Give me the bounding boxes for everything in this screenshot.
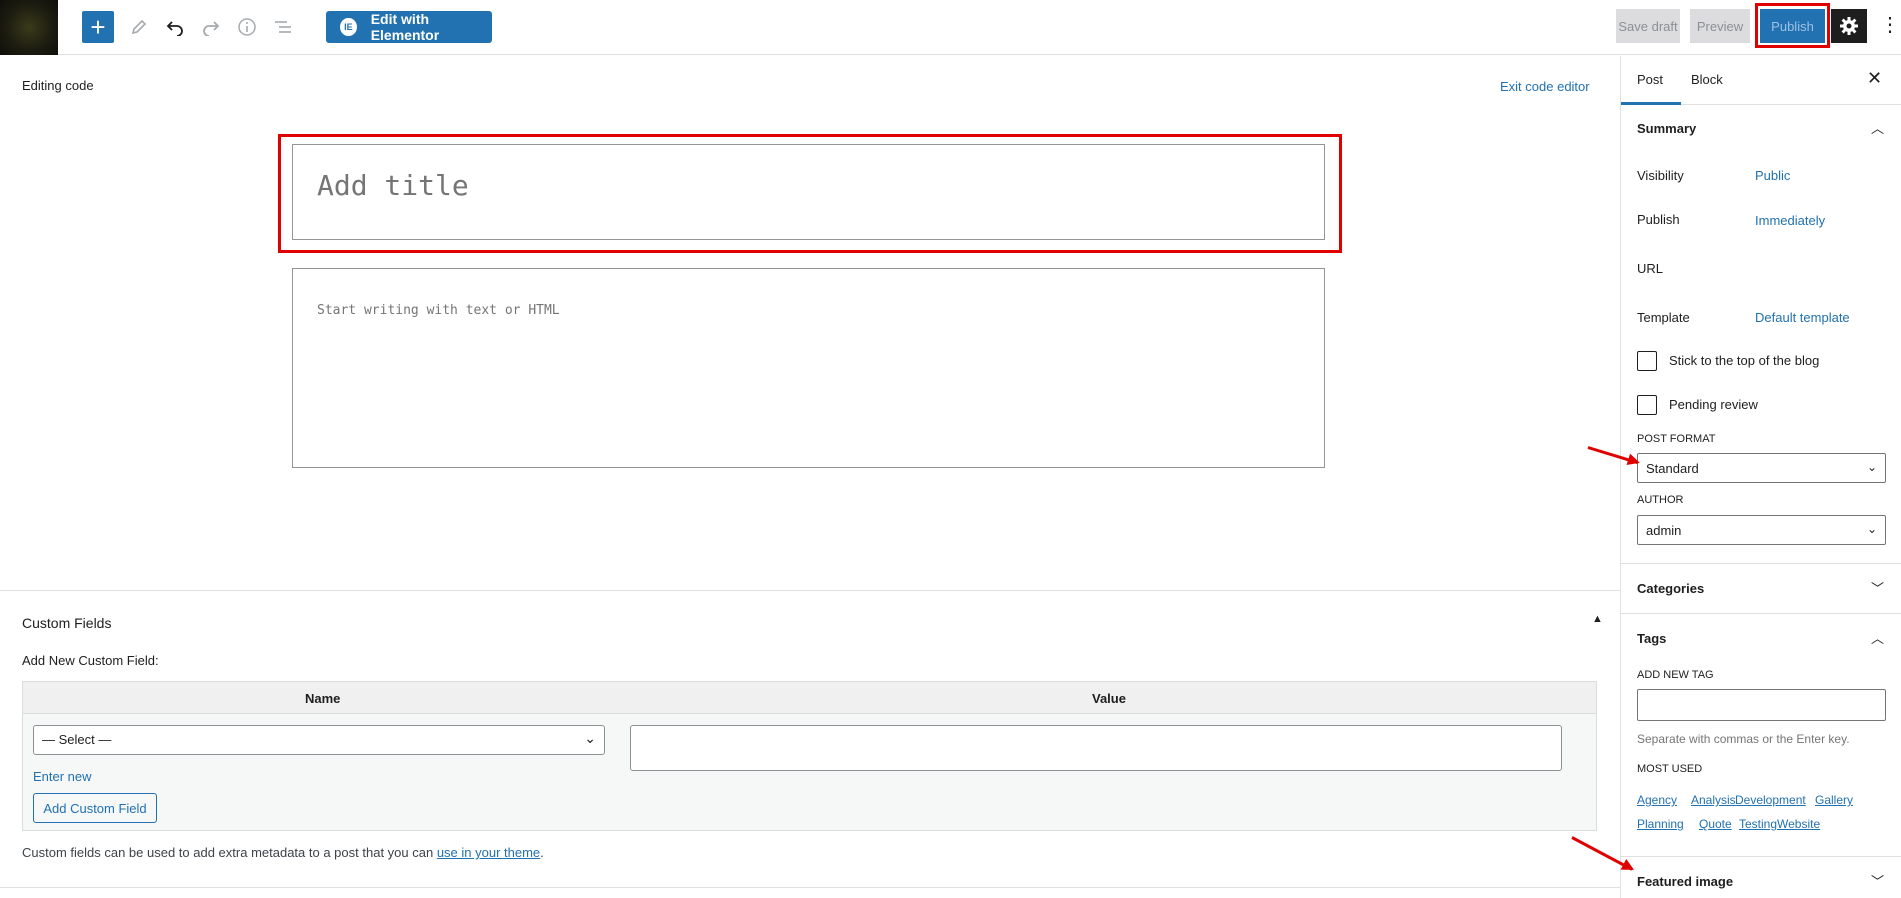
close-icon[interactable]: ✕ xyxy=(1867,68,1882,89)
settings-gear-icon[interactable] xyxy=(1831,9,1867,43)
chevron-down-icon: ⌄ xyxy=(1866,460,1877,474)
column-header-name: Name xyxy=(305,691,341,706)
template-value-button[interactable]: Default template xyxy=(1755,310,1850,325)
undo-icon[interactable] xyxy=(158,10,192,44)
tag-link-analysis[interactable]: Analysis xyxy=(1691,793,1736,807)
sticky-checkbox-label[interactable]: Stick to the top of the blog xyxy=(1669,353,1819,368)
divider xyxy=(1621,856,1901,857)
post-format-value: Standard xyxy=(1646,461,1699,476)
tab-post[interactable]: Post xyxy=(1637,72,1663,87)
add-new-tag-label: ADD NEW TAG xyxy=(1637,669,1714,681)
featured-image-panel-title[interactable]: Featured image xyxy=(1637,874,1733,889)
author-value: admin xyxy=(1646,523,1682,538)
custom-field-table-header: Name Value xyxy=(23,682,1596,714)
custom-fields-metabox: Custom Fields ▲ Add New Custom Field: Na… xyxy=(0,590,1620,898)
settings-sidebar: Post Block ✕ Summary ︿ Visibility Public… xyxy=(1620,56,1901,898)
author-select[interactable]: admin ⌄ xyxy=(1637,515,1886,545)
custom-fields-title: Custom Fields xyxy=(22,615,112,631)
chevron-down-icon[interactable]: ﹀ xyxy=(1871,578,1884,597)
add-new-tag-input[interactable] xyxy=(1637,689,1886,721)
sticky-checkbox[interactable] xyxy=(1637,351,1657,371)
divider xyxy=(0,887,1620,888)
tag-link-planning[interactable]: Planning xyxy=(1637,817,1684,831)
edit-with-elementor-button[interactable]: IE Edit with Elementor xyxy=(326,11,492,43)
visibility-value-button[interactable]: Public xyxy=(1755,168,1790,183)
chevron-down-icon: ⌄ xyxy=(584,730,596,746)
tools-pencil-icon[interactable] xyxy=(122,10,156,44)
chevron-up-icon[interactable]: ︿ xyxy=(1871,628,1884,647)
author-label: AUTHOR xyxy=(1637,494,1684,506)
add-block-button[interactable]: + xyxy=(82,11,114,43)
active-tab-indicator xyxy=(1621,102,1681,105)
chevron-down-icon[interactable]: ﹀ xyxy=(1871,871,1884,890)
tag-link-gallery[interactable]: Gallery xyxy=(1815,793,1853,807)
chevron-up-icon[interactable]: ︿ xyxy=(1871,118,1884,137)
code-editor-area: Editing code Exit code editor Add title … xyxy=(0,56,1620,590)
post-format-label: POST FORMAT xyxy=(1637,433,1716,445)
exit-code-editor-link[interactable]: Exit code editor xyxy=(1500,79,1590,94)
enter-new-link[interactable]: Enter new xyxy=(33,769,92,784)
add-custom-field-button[interactable]: Add Custom Field xyxy=(33,793,157,823)
list-view-icon[interactable] xyxy=(266,10,300,44)
tags-panel-title[interactable]: Tags xyxy=(1637,631,1666,646)
categories-panel-title[interactable]: Categories xyxy=(1637,581,1704,596)
tag-link-website[interactable]: Website xyxy=(1777,817,1820,831)
site-icon[interactable] xyxy=(0,0,58,55)
tag-link-quote[interactable]: Quote xyxy=(1699,817,1732,831)
editor-header: + IE Edit with Elementor Save draft Prev… xyxy=(0,0,1901,55)
tag-input-help: Separate with commas or the Enter key. xyxy=(1637,732,1850,746)
tab-block[interactable]: Block xyxy=(1691,72,1723,87)
url-label: URL xyxy=(1637,261,1664,276)
chevron-down-icon: ⌄ xyxy=(1866,522,1877,536)
visibility-label: Visibility xyxy=(1637,168,1684,183)
divider xyxy=(1621,613,1901,614)
custom-fields-description-end: . xyxy=(540,845,544,860)
custom-field-table: Name Value — Select — ⌄ Enter new Add Cu… xyxy=(22,681,1597,831)
publish-button[interactable]: Publish xyxy=(1760,9,1825,43)
elementor-logo-icon: IE xyxy=(340,18,357,36)
sidebar-tabs: Post Block ✕ xyxy=(1621,56,1901,105)
template-label: Template xyxy=(1637,310,1690,325)
tag-link-agency[interactable]: Agency xyxy=(1637,793,1677,807)
custom-field-select-value: — Select — xyxy=(42,732,112,747)
pending-review-label[interactable]: Pending review xyxy=(1669,397,1758,412)
publish-label: Publish xyxy=(1637,212,1680,227)
redo-icon[interactable] xyxy=(194,10,228,44)
save-draft-button[interactable]: Save draft xyxy=(1616,9,1680,43)
publish-date-button[interactable]: Immediately xyxy=(1755,213,1825,228)
preview-button[interactable]: Preview xyxy=(1690,9,1750,43)
edit-with-elementor-label: Edit with Elementor xyxy=(370,11,440,43)
divider xyxy=(1621,563,1901,564)
post-content-textarea[interactable]: Start writing with text or HTML xyxy=(292,268,1325,468)
column-header-value: Value xyxy=(1092,691,1126,706)
post-format-select[interactable]: Standard ⌄ xyxy=(1637,453,1886,483)
tag-link-development[interactable]: Development xyxy=(1735,793,1806,807)
post-title-field[interactable]: Add title xyxy=(292,144,1325,240)
options-kebab-icon[interactable]: ⋮ xyxy=(1880,12,1900,37)
add-new-custom-field-label: Add New Custom Field: xyxy=(22,653,159,668)
editing-code-label: Editing code xyxy=(22,78,94,93)
pending-review-checkbox[interactable] xyxy=(1637,395,1657,415)
collapse-triangle-icon[interactable]: ▲ xyxy=(1592,613,1603,625)
custom-fields-description: Custom fields can be used to add extra m… xyxy=(22,845,544,860)
details-info-icon[interactable] xyxy=(230,10,264,44)
post-content-placeholder: Start writing with text or HTML xyxy=(317,303,560,318)
custom-fields-description-text: Custom fields can be used to add extra m… xyxy=(22,845,437,860)
post-title-placeholder: Add title xyxy=(317,169,469,202)
custom-field-name-select[interactable]: — Select — ⌄ xyxy=(33,725,605,755)
use-in-your-theme-link[interactable]: use in your theme xyxy=(437,845,540,860)
tag-link-testing[interactable]: Testing xyxy=(1739,817,1777,831)
summary-panel-title[interactable]: Summary xyxy=(1637,121,1696,136)
most-used-label: MOST USED xyxy=(1637,763,1703,775)
custom-field-value-textarea[interactable] xyxy=(630,725,1562,771)
